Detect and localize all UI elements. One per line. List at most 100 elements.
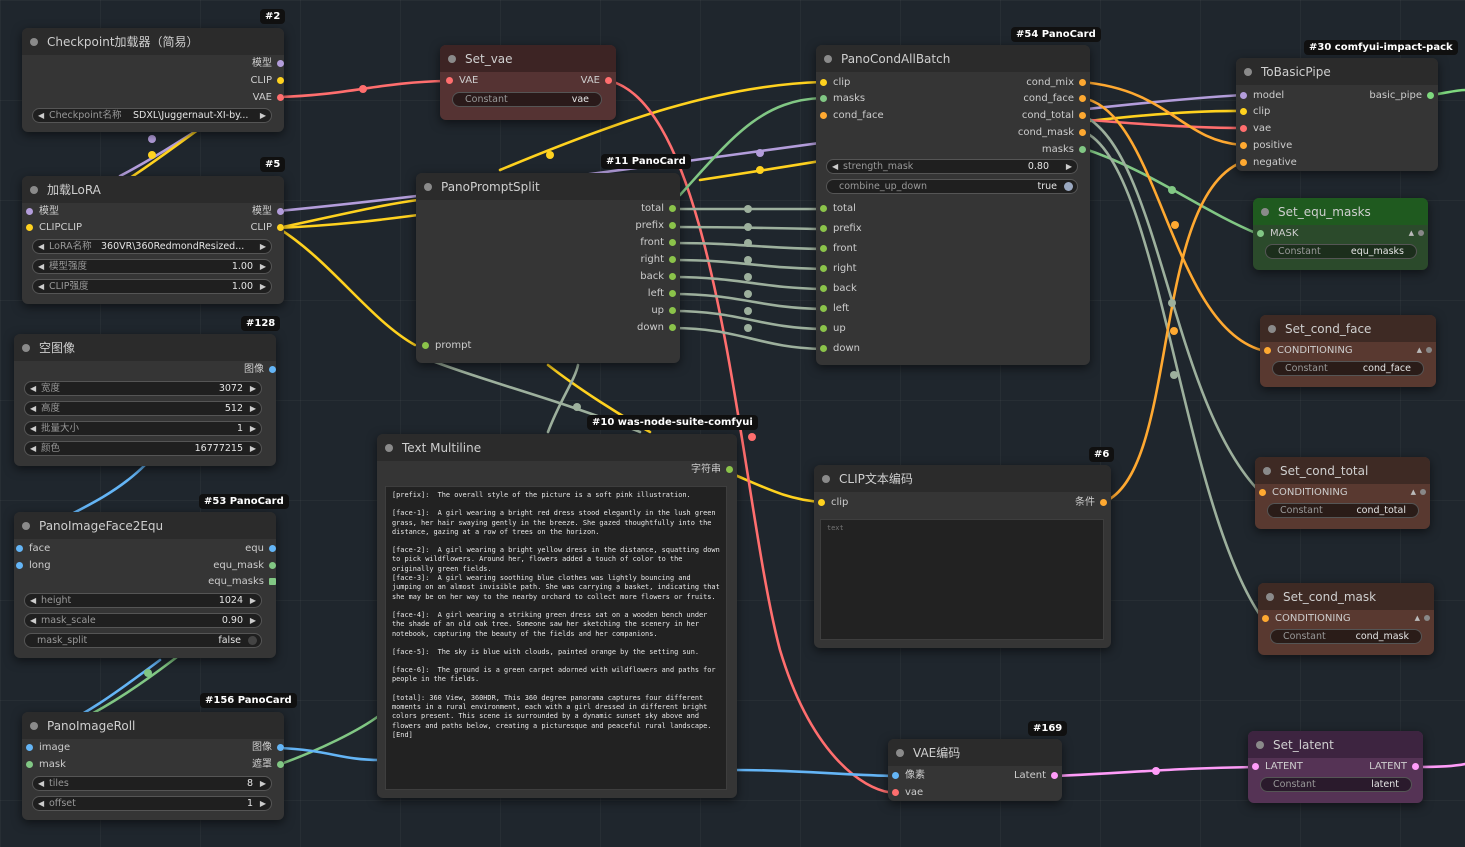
set-cond-face-node[interactable]: Set_cond_face CONDITIONING ▲ Constant con… <box>1260 315 1436 387</box>
output-pin-icon[interactable] <box>726 466 733 473</box>
arrow-left-icon[interactable]: ◀ <box>38 280 44 293</box>
input-pin-icon[interactable] <box>16 562 23 569</box>
input-pin-icon[interactable] <box>892 772 899 779</box>
to-basic-pipe-node[interactable]: ToBasicPipe model clip vae positive nega… <box>1236 58 1438 171</box>
output-pin-icon[interactable] <box>669 273 676 280</box>
node-title-bar[interactable]: Set_cond_mask <box>1258 583 1434 610</box>
output-pin-icon[interactable] <box>277 208 284 215</box>
arrow-right-icon[interactable]: ▶ <box>250 422 256 435</box>
combine-up-down-toggle[interactable]: combine_up_down true <box>826 179 1078 194</box>
output-vae[interactable]: VAE <box>253 91 284 105</box>
collapse-dot-icon[interactable] <box>1256 740 1264 749</box>
output-pin-icon[interactable] <box>669 290 676 297</box>
output-pin-icon[interactable] <box>1079 95 1086 102</box>
multiline-text-editor[interactable]: [prefix]: The overall style of the pictu… <box>385 486 727 790</box>
collapse-dot-icon[interactable] <box>1268 324 1276 333</box>
output-down[interactable]: down <box>637 321 676 335</box>
input-pin-icon[interactable] <box>446 77 453 84</box>
input-pin-icon[interactable] <box>818 499 825 506</box>
output-clip[interactable]: CLIP <box>250 74 284 88</box>
output-equ-masks[interactable]: equ_masks <box>208 575 276 589</box>
collapse-dot-icon[interactable] <box>22 521 30 530</box>
caret-up-icon[interactable]: ▲ <box>1411 488 1416 496</box>
output-image[interactable]: 图像 <box>244 363 276 377</box>
lora-name-combo[interactable]: ◀ LoRA名称 360VR\360RedmondResized... ▶ <box>32 239 272 254</box>
arrow-right-icon[interactable]: ▶ <box>260 777 266 790</box>
arrow-left-icon[interactable]: ◀ <box>30 422 36 435</box>
input-conditioning[interactable]: CONDITIONING <box>1264 344 1353 358</box>
input-pin-icon[interactable] <box>820 112 827 119</box>
input-positive[interactable]: positive <box>1240 139 1292 153</box>
output-pin-icon[interactable] <box>277 94 284 101</box>
input-negative[interactable]: negative <box>1240 156 1297 170</box>
node-title-bar[interactable]: 加载LoRA <box>22 176 284 203</box>
output-vae[interactable]: VAE <box>581 74 612 88</box>
output-front[interactable]: front <box>640 236 676 250</box>
input-pin-icon[interactable] <box>820 325 827 332</box>
output-pin-icon[interactable] <box>1420 489 1426 495</box>
arrow-left-icon[interactable]: ◀ <box>38 240 44 253</box>
input-conditioning[interactable]: CONDITIONING <box>1262 612 1351 626</box>
grid-pin-icon[interactable] <box>269 578 276 585</box>
input-pin-icon[interactable] <box>820 95 827 102</box>
input-pin-icon[interactable] <box>1240 142 1247 149</box>
node-title-bar[interactable]: Text Multiline <box>377 434 737 461</box>
collapse-dot-icon[interactable] <box>30 37 38 46</box>
arrow-right-icon[interactable]: ▶ <box>250 614 256 627</box>
input-long[interactable]: long <box>16 559 51 573</box>
node-title-bar[interactable]: 空图像 <box>14 334 276 361</box>
model-strength-slider[interactable]: ◀ 模型强度 1.00 ▶ <box>32 259 272 274</box>
output-string[interactable]: 字符串 <box>691 463 733 477</box>
input-model[interactable]: model <box>1240 89 1284 103</box>
input-pin-icon[interactable] <box>1264 347 1271 354</box>
input-pin-icon[interactable] <box>820 225 827 232</box>
input-pin-icon[interactable] <box>820 305 827 312</box>
output-pin-icon[interactable] <box>1100 499 1107 506</box>
input-pin-icon[interactable] <box>422 342 429 349</box>
toggle-knob-icon[interactable] <box>248 636 257 645</box>
arrow-right-icon[interactable]: ▶ <box>260 109 266 122</box>
input-cond-face[interactable]: cond_face <box>820 109 884 123</box>
input-pin-icon[interactable] <box>1240 125 1247 132</box>
input-pin-icon[interactable] <box>16 545 23 552</box>
arrow-right-icon[interactable]: ▶ <box>1066 160 1072 173</box>
output-cond-face[interactable]: cond_face <box>1023 92 1086 106</box>
arrow-left-icon[interactable]: ◀ <box>30 402 36 415</box>
node-title-bar[interactable]: Set_cond_face <box>1260 315 1436 342</box>
output-masks[interactable]: masks <box>1042 143 1086 157</box>
output-pin-icon[interactable] <box>1412 763 1419 770</box>
constant-field[interactable]: Constant cond_mask <box>1270 629 1422 644</box>
output-pin-icon[interactable] <box>277 77 284 84</box>
output-model[interactable]: 模型 <box>252 57 284 71</box>
input-model[interactable]: 模型 <box>26 205 59 219</box>
pano-image-face2equ-node[interactable]: PanoImageFace2Equ face long equ equ_mask… <box>14 512 276 658</box>
arrow-left-icon[interactable]: ◀ <box>30 614 36 627</box>
set-cond-mask-node[interactable]: Set_cond_mask CONDITIONING ▲ Constant con… <box>1258 583 1434 655</box>
set-cond-total-node[interactable]: Set_cond_total CONDITIONING ▲ Constant co… <box>1255 457 1430 529</box>
arrow-left-icon[interactable]: ◀ <box>30 594 36 607</box>
output-equ-mask[interactable]: equ_mask <box>213 559 276 573</box>
output-total[interactable]: total <box>641 202 676 216</box>
input-vae[interactable]: VAE <box>446 74 478 88</box>
output-latent[interactable]: Latent <box>1014 769 1058 783</box>
collapse-dot-icon[interactable] <box>448 54 456 63</box>
output-image[interactable]: 图像 <box>252 741 284 755</box>
height-number[interactable]: ◀ height 1024 ▶ <box>24 593 262 608</box>
constant-field[interactable]: Constant cond_face <box>1272 361 1424 376</box>
input-image[interactable]: image <box>26 741 70 755</box>
input-pin-icon[interactable] <box>26 761 33 768</box>
arrow-right-icon[interactable]: ▶ <box>250 402 256 415</box>
collapse-dot-icon[interactable] <box>424 182 432 191</box>
tiles-number[interactable]: ◀ tiles 8 ▶ <box>32 776 272 791</box>
vae-encode-node[interactable]: VAE编码 像素 vae Latent <box>888 739 1062 801</box>
output-pin-icon[interactable] <box>277 224 284 231</box>
input-pin-icon[interactable] <box>1262 615 1269 622</box>
mask-scale-number[interactable]: ◀ mask_scale 0.90 ▶ <box>24 613 262 628</box>
output-pin-icon[interactable] <box>1051 772 1058 779</box>
arrow-right-icon[interactable]: ▶ <box>260 240 266 253</box>
input-front[interactable]: front <box>820 242 857 256</box>
output-prefix[interactable]: prefix <box>635 219 676 233</box>
input-prompt[interactable]: prompt <box>422 339 471 353</box>
arrow-right-icon[interactable]: ▶ <box>250 382 256 395</box>
input-back[interactable]: back <box>820 282 857 296</box>
